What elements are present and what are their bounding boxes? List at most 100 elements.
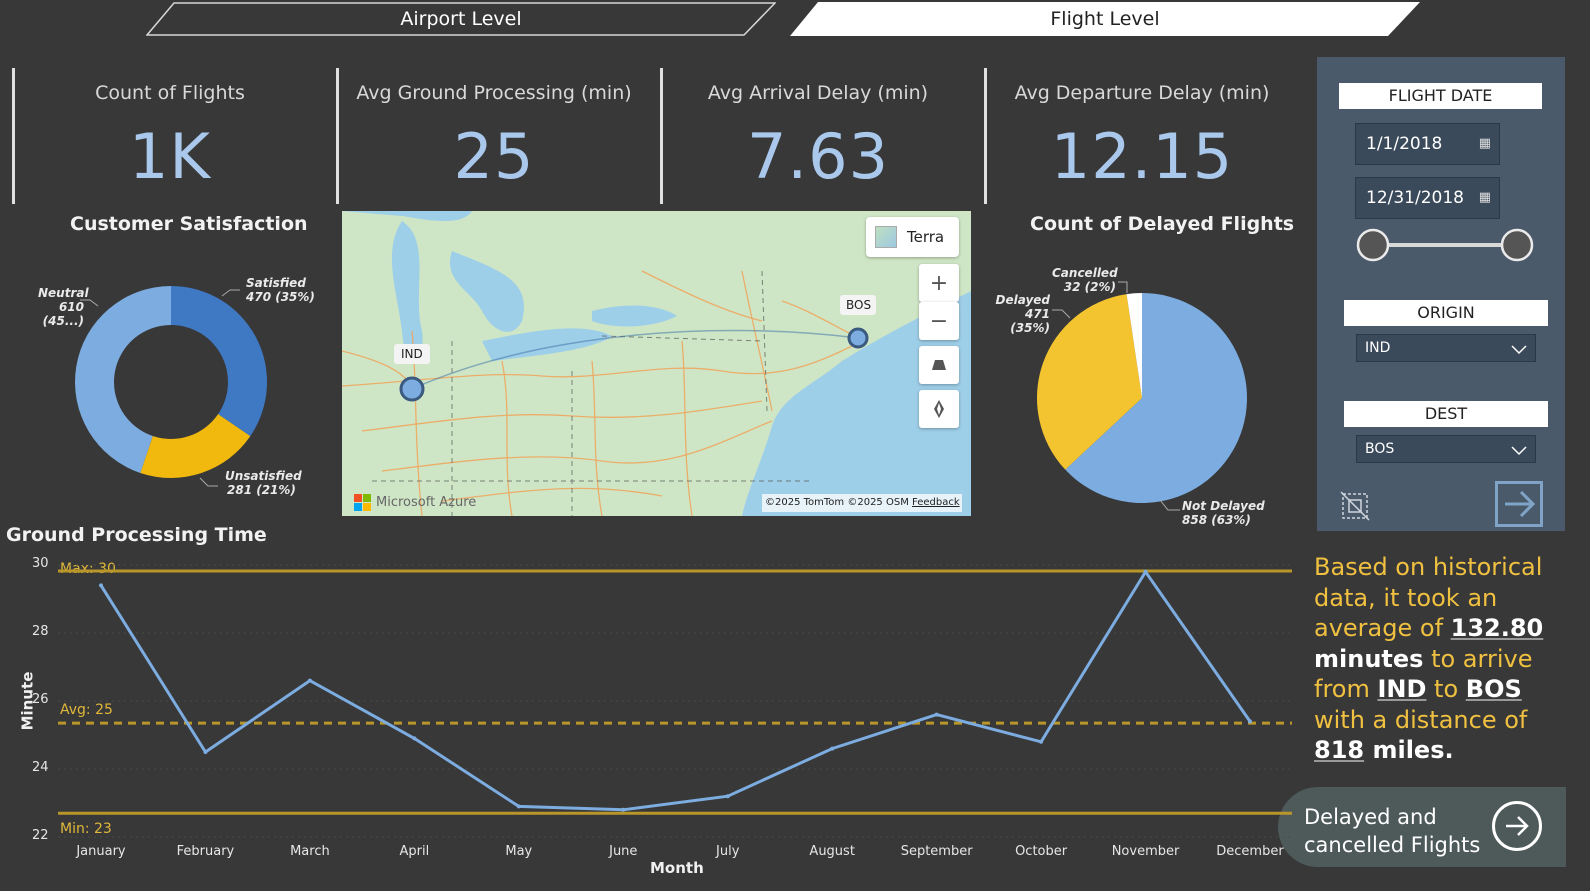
map-style-icon (875, 226, 897, 248)
chevron-down-icon (1511, 446, 1527, 456)
leader-unsatisfied (199, 477, 218, 487)
zoom-out-button[interactable]: − (919, 302, 959, 340)
delayed-cancelled-nav-button[interactable]: Delayed and cancelled Flights (1278, 787, 1566, 867)
x-tick-label: July (716, 844, 740, 859)
data-point (725, 794, 730, 799)
cancelled-value: 32 (2%) (1063, 280, 1116, 294)
y-tick-label: 22 (32, 828, 49, 843)
kpi-avg-departure-delay: Avg Departure Delay (min) 12.15 (984, 68, 1297, 204)
ms-logo-red (354, 494, 362, 502)
tab-airport-label: Airport Level (400, 8, 522, 30)
calendar-icon[interactable]: ▦ (1479, 190, 1491, 205)
satisfied-value: 470 (35%) (246, 290, 315, 304)
neutral-value: 610 (45...) (42, 300, 84, 328)
narrative-minutes-word: minutes (1314, 644, 1424, 673)
y-tick-label: 30 (32, 556, 49, 571)
satisfied-label: Satisfied 470 (35%) (246, 276, 315, 304)
leader-not-delayed (1159, 499, 1180, 511)
kpi-avg-arrival-delay: Avg Arrival Delay (min) 7.63 (660, 68, 973, 204)
leader-cancelled (1118, 281, 1128, 293)
dest-header: DEST (1344, 401, 1548, 427)
series-line (99, 569, 1252, 812)
route-narrative: Based on historical data, it took an ave… (1314, 552, 1574, 766)
origin-map-label: IND (401, 347, 423, 361)
x-tick-label: February (176, 844, 235, 859)
not-delayed-name: Not Delayed (1182, 499, 1265, 513)
delayed-btn-line1: Delayed and (1304, 805, 1437, 829)
delayed-name: Delayed (995, 293, 1051, 307)
date-to-value: 12/31/2018 (1366, 188, 1464, 208)
pitch-button[interactable] (919, 346, 959, 384)
date-to-input[interactable]: 12/31/2018 ▦ (1355, 177, 1500, 219)
x-tick-label: November (1111, 844, 1180, 859)
unsatisfied-name: Unsatisfied (225, 469, 302, 483)
plus-icon: + (929, 270, 949, 296)
narrative-miles: 818 (1314, 736, 1365, 764)
origin-header: ORIGIN (1344, 300, 1548, 326)
delayed-value: 471 (35%) (1010, 307, 1050, 335)
narrative-text-4: to (1426, 675, 1466, 703)
tab-flight-level[interactable]: Flight Level (790, 2, 1420, 36)
map-style-button[interactable]: Terra (866, 217, 959, 257)
ms-logo-green (363, 494, 371, 502)
apply-arrow-button[interactable] (1495, 481, 1543, 527)
narrative-dest: BOS (1465, 675, 1522, 703)
kpi-avg-ground-processing: Avg Ground Processing (min) 25 (336, 68, 649, 204)
cancelled-name: Cancelled (1052, 266, 1118, 280)
minus-icon: − (929, 308, 949, 334)
flight-date-header: FLIGHT DATE (1339, 83, 1542, 109)
x-tick-label: August (809, 844, 855, 859)
data-point (1039, 739, 1044, 744)
arrow-right-icon (1492, 801, 1542, 851)
narrative-minutes: 132.80 (1450, 614, 1544, 642)
ms-logo-yellow (363, 503, 371, 511)
x-tick-label: October (1015, 844, 1068, 859)
calendar-icon[interactable]: ▦ (1479, 136, 1491, 151)
data-point (412, 736, 417, 741)
date-from-input[interactable]: 1/1/2018 ▦ (1355, 123, 1500, 165)
x-tick-label: May (505, 844, 533, 859)
satisfied-name: Satisfied (246, 276, 306, 290)
slider-handle-end[interactable] (1500, 228, 1534, 262)
satisfaction-donut[interactable] (60, 270, 290, 500)
clear-filters-icon[interactable] (1339, 490, 1371, 522)
origin-dropdown[interactable]: IND (1356, 334, 1536, 362)
ref-max-label: Max: 30 (60, 561, 116, 577)
kpi-label: Avg Ground Processing (min) (356, 82, 632, 104)
compass-button[interactable] (919, 390, 959, 428)
date-from-value: 1/1/2018 (1366, 134, 1443, 154)
data-point (99, 583, 103, 588)
x-tick-label: March (290, 844, 330, 859)
kpi-value: 7.63 (746, 120, 890, 193)
tab-airport-level[interactable]: Airport Level (146, 2, 776, 36)
dest-map-label: BOS (846, 298, 872, 312)
origin-selected: IND (1365, 340, 1391, 356)
data-point (1248, 719, 1252, 724)
date-range-slider[interactable] (1355, 226, 1535, 264)
kpi-label: Avg Arrival Delay (min) (707, 82, 929, 104)
slider-handle-start[interactable] (1356, 228, 1390, 262)
kpi-value: 25 (453, 120, 535, 193)
y-tick-label: 26 (32, 692, 49, 707)
narrative-origin: IND (1377, 675, 1427, 703)
kpi-label: Count of Flights (95, 82, 245, 104)
data-point (307, 678, 312, 683)
not-delayed-value: 858 (63%) (1182, 513, 1251, 527)
data-point (1143, 569, 1148, 574)
dest-dropdown[interactable]: BOS (1356, 435, 1536, 463)
dest-marker[interactable] (847, 327, 869, 349)
slice-satisfied[interactable] (171, 286, 268, 437)
kpi-label: Avg Departure Delay (min) (1014, 82, 1270, 104)
data-point (516, 804, 521, 809)
zoom-in-button[interactable]: + (919, 264, 959, 302)
not-delayed-label: Not Delayed 858 (63%) (1182, 499, 1265, 527)
x-tick-label: September (900, 844, 973, 859)
neutral-label: Neutral 610 (45...) (38, 286, 89, 328)
origin-marker[interactable] (399, 376, 425, 402)
narrative-text-6: miles. (1364, 736, 1454, 764)
data-point (621, 807, 626, 812)
map-feedback-link[interactable]: Feedback (912, 497, 960, 508)
x-tick-label: June (609, 844, 638, 859)
ms-logo-blue (354, 503, 362, 511)
data-point (203, 750, 208, 754)
